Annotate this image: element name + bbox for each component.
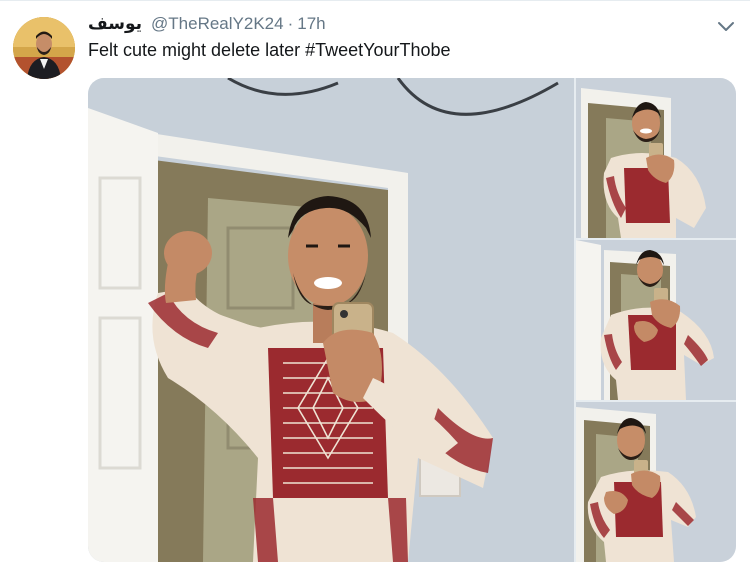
photo-thumbnail-2[interactable] xyxy=(576,240,736,400)
hashtag-link[interactable]: #TweetYourThobe xyxy=(305,40,450,60)
photo-thumbnail-3[interactable] xyxy=(576,402,736,562)
tweet[interactable]: يوسف @TheRealY2K24 · 17h Felt cute might… xyxy=(0,0,750,568)
timestamp[interactable]: 17h xyxy=(297,14,325,34)
media-grid xyxy=(88,78,736,562)
tweet-text-body: Felt cute might delete later xyxy=(88,40,306,60)
tweet-header: يوسف @TheRealY2K24 · 17h xyxy=(88,14,326,36)
photo-thumbnail-1[interactable] xyxy=(576,78,736,238)
display-name[interactable]: يوسف xyxy=(88,14,142,34)
photo-main[interactable] xyxy=(88,78,574,562)
tweet-text: Felt cute might delete later #TweetYourT… xyxy=(88,40,451,61)
separator-dot: · xyxy=(287,14,294,33)
chevron-down-icon[interactable] xyxy=(717,20,735,32)
avatar[interactable] xyxy=(13,17,75,79)
handle[interactable]: @TheRealY2K24 xyxy=(151,14,284,34)
